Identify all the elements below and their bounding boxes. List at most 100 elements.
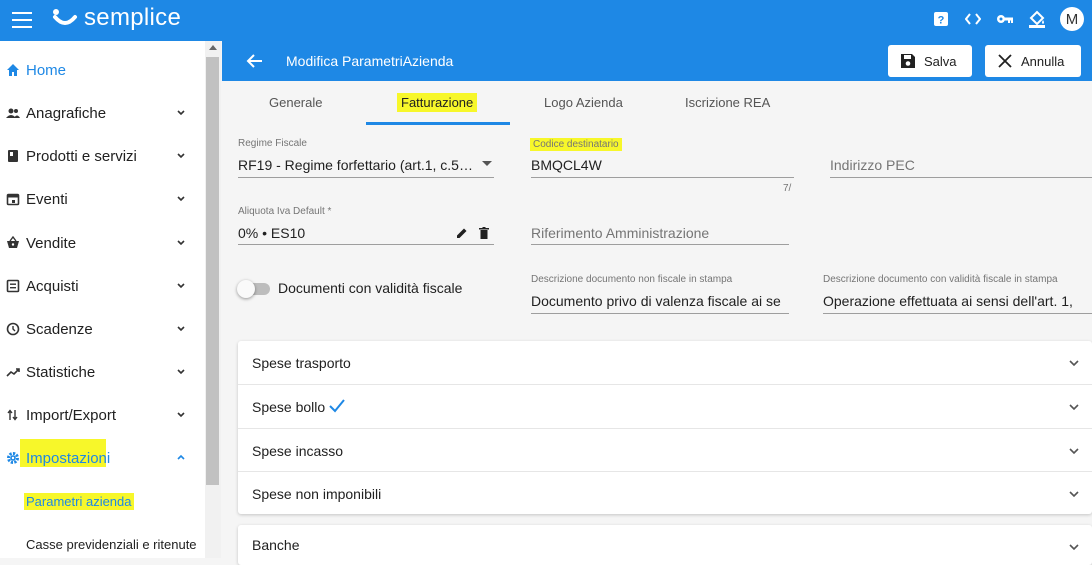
riferimento-amministrazione-underline bbox=[531, 244, 789, 245]
page-title: Modifica ParametriAzienda bbox=[286, 53, 454, 69]
edit-icon[interactable] bbox=[456, 227, 468, 239]
tab-bar: Generale Fatturazione Logo Azienda Iscri… bbox=[222, 81, 1092, 125]
clock-icon bbox=[6, 322, 20, 336]
chevron-down-icon bbox=[177, 110, 185, 116]
pec-placeholder: Indirizzo PEC bbox=[830, 157, 915, 173]
chevron-down-icon bbox=[177, 283, 185, 289]
sidebar-item-label: Eventi bbox=[26, 190, 68, 208]
chevron-down-icon bbox=[177, 240, 185, 246]
expansion-panels: Spese trasporto Spese bollo Spese incass… bbox=[238, 341, 1092, 514]
sidebar-item-impostazioni[interactable]: Impostazioni bbox=[0, 439, 205, 473]
sidebar-subitem-parametri-azienda[interactable]: Parametri azienda bbox=[24, 493, 134, 510]
save-button-label: Salva bbox=[924, 53, 957, 69]
codice-destinatario-counter: 7/ bbox=[783, 183, 792, 194]
brand-logo[interactable]: semplice bbox=[52, 4, 181, 32]
trending-icon bbox=[6, 368, 20, 377]
desc-fiscale-label: Descrizione documento con validità fisca… bbox=[823, 274, 1058, 285]
codice-destinatario-label: Codice destinatario bbox=[530, 138, 622, 151]
scroll-up-arrow-icon[interactable] bbox=[209, 45, 217, 50]
close-icon bbox=[998, 54, 1012, 68]
format-paint-icon[interactable] bbox=[1028, 10, 1046, 28]
chevron-down-icon bbox=[177, 412, 185, 418]
avatar[interactable]: M bbox=[1060, 7, 1084, 31]
sidebar-item-eventi[interactable]: Eventi bbox=[0, 184, 205, 214]
validita-fiscale-label: Documenti con validità fiscale bbox=[278, 280, 463, 296]
chevron-up-icon bbox=[177, 454, 185, 460]
sidebar-item-anagrafiche[interactable]: Anagrafiche bbox=[0, 98, 205, 128]
sidebar-item-import-export[interactable]: Import/Export bbox=[0, 400, 205, 430]
aliquota-iva-underline bbox=[238, 244, 494, 245]
back-arrow-icon[interactable] bbox=[246, 52, 264, 70]
desc-non-fiscale-underline bbox=[531, 313, 789, 314]
menu-icon[interactable] bbox=[12, 12, 32, 28]
pec-underline bbox=[830, 177, 1092, 178]
dropdown-arrow-icon bbox=[482, 161, 492, 166]
chevron-down-icon bbox=[1069, 544, 1079, 551]
chevron-down-icon bbox=[177, 153, 185, 159]
sidebar: Home Anagrafiche Prodotti e servizi Even… bbox=[0, 41, 205, 558]
panel-title: Spese trasporto bbox=[252, 355, 351, 371]
calendar-icon bbox=[6, 193, 20, 206]
sidebar-subitem-casse-previdenziali[interactable]: Casse previdenziali e ritenute bbox=[26, 537, 197, 552]
sidebar-item-label: Prodotti e servizi bbox=[26, 147, 137, 165]
sidebar-item-acquisti[interactable]: Acquisti bbox=[0, 271, 205, 301]
sidebar-item-label: Impostazioni bbox=[26, 449, 111, 467]
panel-spese-incasso[interactable]: Spese incasso bbox=[238, 428, 1092, 471]
save-button[interactable]: Salva bbox=[888, 45, 972, 77]
basket-icon bbox=[7, 236, 19, 248]
regime-fiscale-underline bbox=[238, 177, 494, 178]
book-icon bbox=[8, 150, 18, 162]
panel-title: Banche bbox=[252, 537, 300, 553]
tab-iscrizione-rea[interactable]: Iscrizione REA bbox=[685, 95, 770, 110]
sidebar-item-scadenze[interactable]: Scadenze bbox=[0, 314, 205, 344]
aliquota-iva-value: 0% • ES10 bbox=[238, 225, 306, 241]
panel-title: Spese incasso bbox=[252, 443, 344, 459]
code-icon[interactable] bbox=[964, 10, 982, 28]
sidebar-item-label: Import/Export bbox=[26, 406, 117, 424]
panel-spese-non-imponibili[interactable]: Spese non imponibili bbox=[238, 471, 1092, 514]
desc-non-fiscale-label: Descrizione documento non fiscale in sta… bbox=[531, 274, 733, 285]
sidebar-item-prodotti[interactable]: Prodotti e servizi bbox=[0, 141, 205, 171]
people-icon bbox=[6, 108, 20, 118]
sidebar-scrollbar-thumb[interactable] bbox=[206, 57, 219, 485]
sidebar-item-label: Acquisti bbox=[26, 277, 79, 295]
swap-icon bbox=[7, 409, 18, 421]
chevron-down-icon bbox=[1069, 491, 1079, 498]
codice-destinatario-underline bbox=[531, 177, 794, 178]
chevron-down-icon bbox=[177, 196, 185, 202]
tab-logo-azienda[interactable]: Logo Azienda bbox=[544, 95, 623, 110]
key-icon[interactable] bbox=[996, 10, 1014, 28]
chevron-down-icon bbox=[1069, 360, 1079, 367]
panel-banche[interactable]: Banche bbox=[238, 525, 1092, 565]
chevron-down-icon bbox=[177, 326, 185, 332]
panel-spese-bollo[interactable]: Spese bollo bbox=[238, 384, 1092, 427]
panel-title: Spese bollo bbox=[252, 399, 326, 415]
desc-non-fiscale-value: Documento privo di valenza fiscale ai se bbox=[531, 293, 781, 309]
chevron-down-icon bbox=[177, 369, 185, 375]
cancel-button-label: Annulla bbox=[1021, 53, 1065, 69]
sidebar-item-statistiche[interactable]: Statistiche bbox=[0, 357, 205, 387]
sidebar-item-home[interactable]: Home bbox=[0, 55, 205, 85]
cancel-button[interactable]: Annulla bbox=[985, 45, 1081, 77]
tab-fatturazione[interactable]: Fatturazione bbox=[397, 93, 478, 112]
home-icon bbox=[7, 64, 19, 76]
sidebar-item-label: Scadenze bbox=[26, 320, 93, 338]
toggle-knob[interactable] bbox=[237, 280, 255, 298]
sidebar-item-label: Anagrafiche bbox=[26, 104, 107, 122]
sidebar-subitem-label: Casse previdenziali e ritenute bbox=[26, 537, 197, 552]
desc-fiscale-value: Operazione effettuata ai sensi dell'art.… bbox=[823, 293, 1073, 309]
save-icon bbox=[901, 54, 915, 68]
logo-mark-icon bbox=[53, 9, 77, 25]
tab-generale[interactable]: Generale bbox=[269, 95, 322, 110]
help-icon[interactable]: ? bbox=[932, 10, 950, 28]
panel-title: Spese non imponibili bbox=[252, 486, 382, 502]
brand-name: semplice bbox=[84, 4, 182, 31]
chevron-down-icon bbox=[1069, 448, 1079, 455]
delete-icon[interactable] bbox=[479, 227, 489, 239]
active-tab-indicator bbox=[366, 122, 510, 125]
list-icon bbox=[6, 279, 20, 293]
sidebar-item-vendite[interactable]: Vendite bbox=[0, 228, 205, 258]
panel-spese-trasporto[interactable]: Spese trasporto bbox=[238, 341, 1092, 384]
gear-icon bbox=[7, 452, 19, 464]
content-header: Modifica ParametriAzienda Salva Annulla bbox=[222, 41, 1092, 81]
